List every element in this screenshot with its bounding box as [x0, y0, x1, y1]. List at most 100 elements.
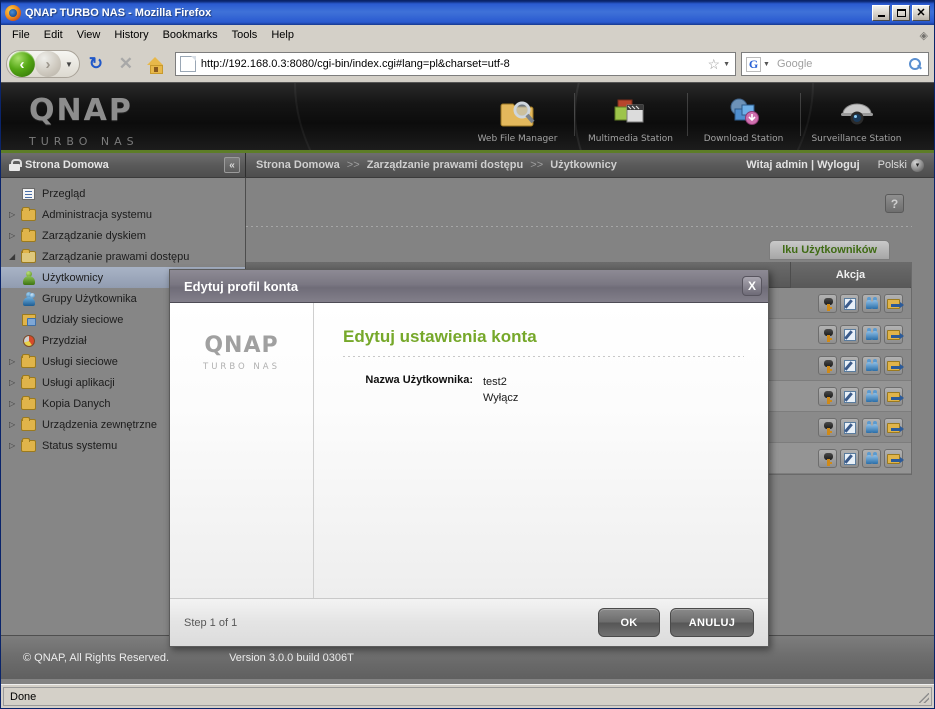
user-group-icon[interactable]: [862, 293, 881, 313]
breadcrumb-item-1[interactable]: Zarządzanie prawami dostępu: [367, 159, 523, 171]
collapse-sidebar-button[interactable]: «: [224, 157, 240, 173]
row-actions: [818, 417, 904, 437]
home-label: Strona Domowa: [25, 159, 109, 171]
folder-share-icon[interactable]: [884, 386, 904, 406]
edit-icon[interactable]: [840, 293, 859, 313]
app-label: Web File Manager: [477, 134, 558, 144]
app-surveillance-station[interactable]: Surveillance Station: [800, 83, 913, 150]
menu-help[interactable]: Help: [264, 27, 301, 43]
app-download-station[interactable]: Download Station: [687, 83, 800, 150]
help-button[interactable]: ?: [885, 194, 904, 213]
sidebar-item-przeglad[interactable]: Przegląd: [1, 183, 245, 204]
folder-share-icon[interactable]: [884, 293, 904, 313]
stop-icon[interactable]: ✕: [112, 50, 140, 78]
menu-file[interactable]: File: [5, 27, 37, 43]
search-bar[interactable]: G ▼ Google: [741, 52, 929, 76]
menu-view[interactable]: View: [70, 27, 108, 43]
menu-history[interactable]: History: [107, 27, 155, 43]
ok-button[interactable]: OK: [598, 608, 660, 637]
bookmark-star-icon[interactable]: ☆: [705, 56, 724, 73]
reload-icon[interactable]: ↻: [82, 50, 110, 78]
sidebar-item-zarzadzanie-prawami-dostepu[interactable]: ◢ Zarządzanie prawami dostępu: [1, 246, 245, 267]
folder-share-icon[interactable]: [884, 355, 904, 375]
lock-icon: [9, 159, 22, 171]
maximize-button[interactable]: [892, 5, 910, 21]
url-text[interactable]: http://192.168.0.3:8080/cgi-bin/index.cg…: [201, 58, 705, 70]
resize-grip[interactable]: [916, 687, 932, 706]
menu-bookmarks[interactable]: Bookmarks: [156, 27, 225, 43]
home-icon[interactable]: [142, 50, 170, 78]
tree-twisty[interactable]: ▷: [9, 399, 21, 408]
status-text: Done: [3, 687, 916, 706]
key-icon[interactable]: [818, 293, 837, 313]
breadcrumb-bar: Strona Domowa >> Zarządzanie prawami dos…: [246, 153, 934, 177]
row-actions: [818, 386, 904, 406]
section-divider: [246, 226, 912, 227]
window-controls: ✕: [872, 5, 932, 21]
breadcrumb-item-2[interactable]: Użytkownicy: [550, 159, 617, 171]
tree-twisty[interactable]: ▷: [9, 420, 21, 429]
qnap-logo-text: QNAP: [29, 93, 133, 128]
cancel-button[interactable]: ANULUJ: [670, 608, 754, 637]
google-icon[interactable]: G: [746, 56, 761, 72]
tree-twisty[interactable]: ▷: [9, 378, 21, 387]
history-dropdown-icon[interactable]: ▼: [61, 60, 77, 69]
user-group-icon[interactable]: [862, 417, 881, 437]
menu-edit[interactable]: Edit: [37, 27, 70, 43]
folder-share-icon[interactable]: [884, 324, 904, 344]
sidebar-item-label: Udziały sieciowe: [42, 313, 124, 326]
tree-twisty[interactable]: ▷: [9, 210, 21, 219]
language-selector[interactable]: Polski ▾: [878, 158, 924, 172]
minimize-button[interactable]: [872, 5, 890, 21]
tab-user-list[interactable]: lku Użytkowników: [769, 240, 890, 260]
key-icon[interactable]: [818, 355, 837, 375]
edit-icon[interactable]: [840, 324, 859, 344]
user-group-icon[interactable]: [862, 448, 881, 468]
tree-twisty-expanded[interactable]: ◢: [9, 252, 21, 261]
forward-arrow-icon[interactable]: ›: [35, 51, 61, 77]
edit-icon[interactable]: [840, 417, 859, 437]
copyright-text: © QNAP, All Rights Reserved.: [23, 651, 170, 664]
folder-icon: [21, 227, 37, 243]
url-bar[interactable]: http://192.168.0.3:8080/cgi-bin/index.cg…: [174, 52, 736, 76]
folder-share-icon[interactable]: [884, 417, 904, 437]
chevron-down-icon[interactable]: ▾: [911, 158, 924, 172]
back-arrow-icon[interactable]: ‹: [9, 51, 35, 77]
close-icon[interactable]: X: [742, 276, 762, 296]
edit-icon[interactable]: [840, 355, 859, 375]
sidebar-item-administracja-systemu[interactable]: ▷ Administracja systemu: [1, 204, 245, 225]
search-icon[interactable]: [908, 57, 923, 72]
user-group-icon[interactable]: [862, 386, 881, 406]
home-panel-header[interactable]: Strona Domowa «: [1, 153, 246, 177]
edit-icon[interactable]: [840, 448, 859, 468]
key-icon[interactable]: [818, 448, 837, 468]
photo-film-icon: [613, 96, 649, 130]
tree-twisty[interactable]: ▷: [9, 357, 21, 366]
folder-share-icon[interactable]: [884, 448, 904, 468]
logout-link[interactable]: Wyloguj: [817, 159, 860, 171]
url-dropdown-icon[interactable]: ▼: [723, 61, 733, 68]
download-monitor-icon: [726, 96, 762, 130]
menu-tools[interactable]: Tools: [225, 27, 265, 43]
breadcrumb-item-0[interactable]: Strona Domowa: [256, 159, 340, 171]
close-button[interactable]: ✕: [912, 5, 930, 21]
edit-icon[interactable]: [840, 386, 859, 406]
search-engine-dropdown-icon[interactable]: ▼: [763, 61, 773, 68]
sidebar-item-label: Usługi sieciowe: [42, 355, 118, 368]
sidebar-item-zarzadzanie-dyskiem[interactable]: ▷ Zarządzanie dyskiem: [1, 225, 245, 246]
key-icon[interactable]: [818, 324, 837, 344]
key-icon[interactable]: [818, 417, 837, 437]
search-input[interactable]: Google: [773, 58, 908, 70]
user-group-icon[interactable]: [862, 355, 881, 375]
dome-camera-icon: [838, 96, 876, 130]
user-group-icon[interactable]: [862, 324, 881, 344]
key-icon[interactable]: [818, 386, 837, 406]
dialog-logo-subtitle: TURBO NAS: [203, 362, 280, 372]
app-web-file-manager[interactable]: Web File Manager: [461, 83, 574, 150]
tree-twisty[interactable]: ▷: [9, 231, 21, 240]
dialog-body: QNAP TURBO NAS Edytuj ustawienia konta N…: [170, 303, 768, 598]
app-multimedia-station[interactable]: Multimedia Station: [574, 83, 687, 150]
field-value-username: test2: [483, 376, 507, 388]
breadcrumb: Strona Domowa >> Zarządzanie prawami dos…: [256, 159, 617, 171]
tree-twisty[interactable]: ▷: [9, 441, 21, 450]
